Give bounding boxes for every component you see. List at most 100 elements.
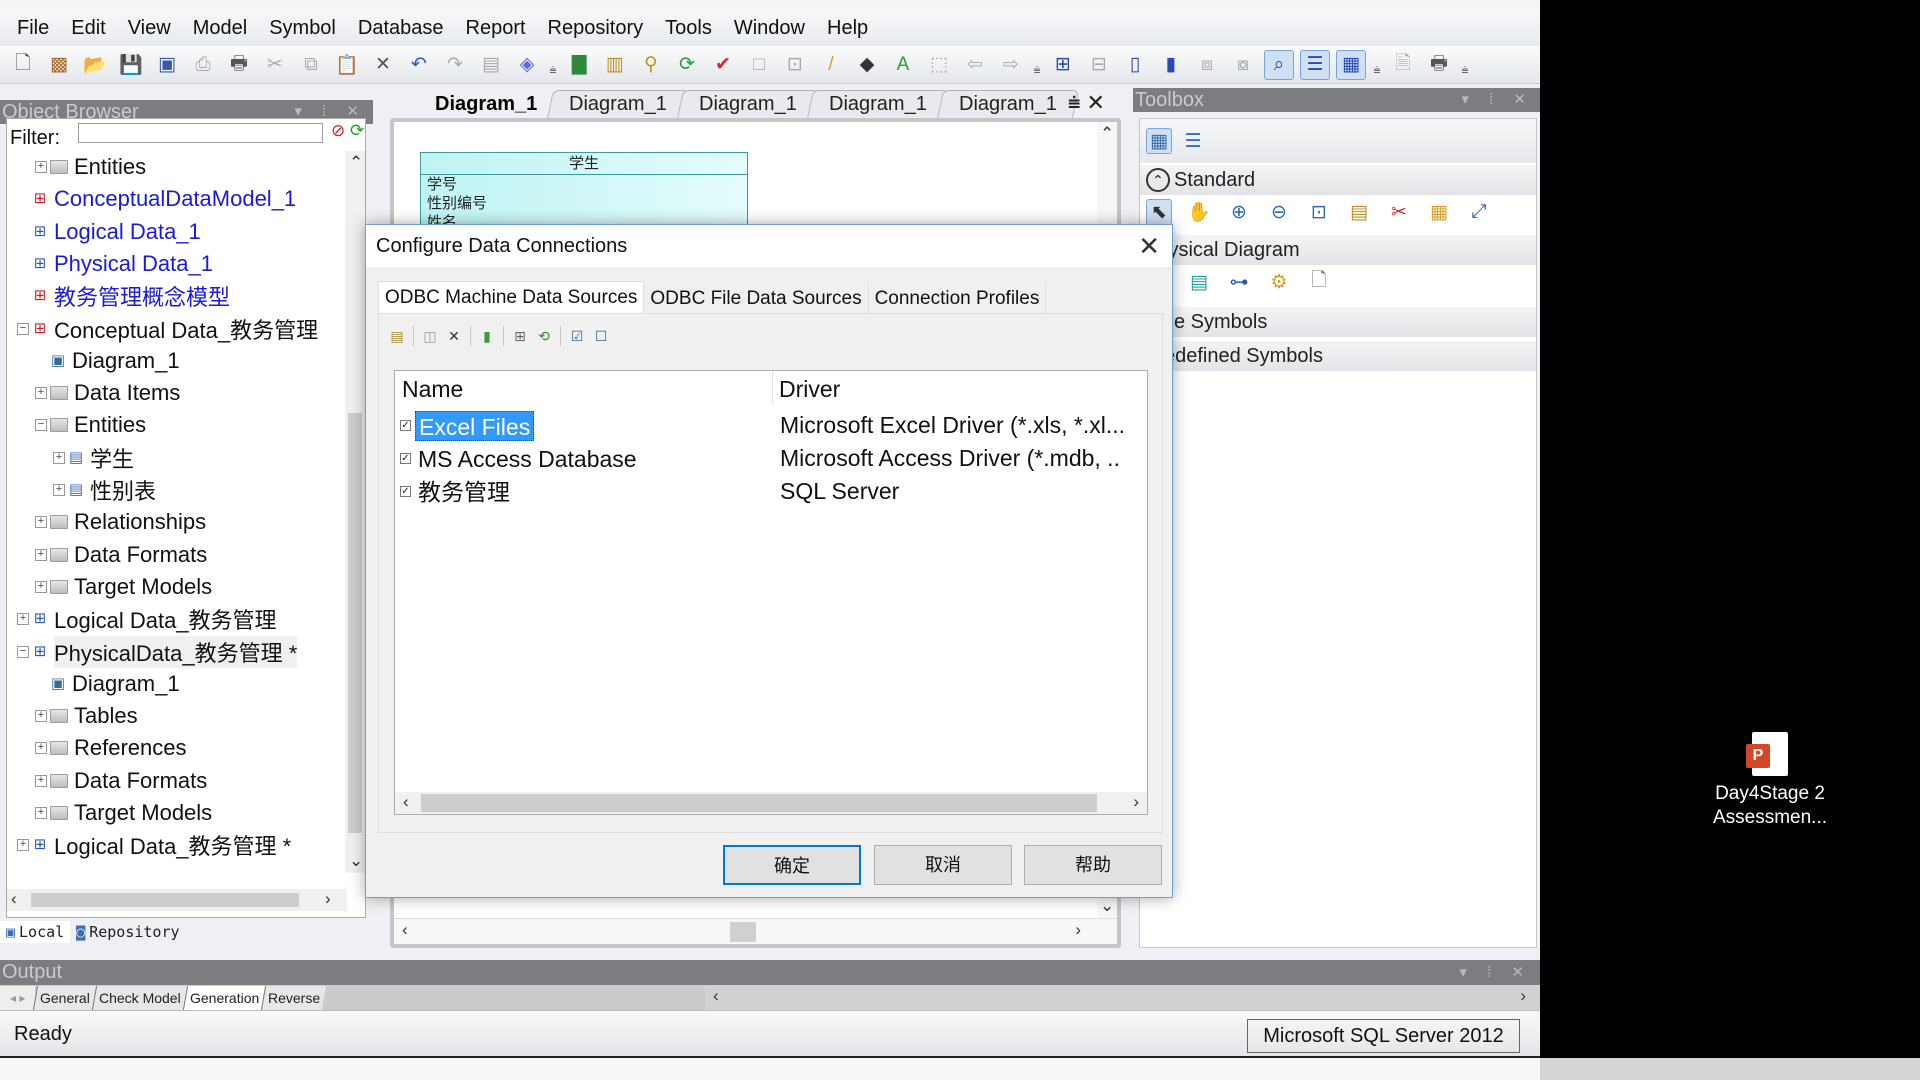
- row-checkbox[interactable]: ✓: [400, 486, 411, 497]
- expand-toggle-icon[interactable]: +: [35, 742, 47, 755]
- toolbar-overflow-icon[interactable]: ⩧: [1460, 51, 1470, 78]
- print2-icon[interactable]: 🖶: [1424, 50, 1454, 80]
- tree-node[interactable]: + ▤ 学生: [53, 442, 134, 474]
- zoom-in-icon[interactable]: ⊕: [1226, 199, 1252, 225]
- tab-diagram[interactable]: Diagram_1: [677, 90, 819, 118]
- toolbox-section-predefined-symbols[interactable]: Predefined Symbols: [1140, 341, 1536, 371]
- delete-icon[interactable]: ✕: [368, 50, 398, 80]
- canvas-horizontal-scrollbar[interactable]: ‹ ›: [394, 918, 1117, 944]
- scroll-left-icon[interactable]: ‹: [11, 889, 17, 909]
- close-icon[interactable]: ✕: [1138, 231, 1160, 262]
- cut-icon[interactable]: ✂: [1386, 199, 1412, 225]
- column-header-name[interactable]: Name: [395, 371, 773, 405]
- back-icon[interactable]: ⇦: [960, 50, 990, 80]
- help-icon[interactable]: ◈: [512, 50, 542, 80]
- add-data-source-icon[interactable]: ◫: [420, 326, 440, 346]
- expand-toggle-icon[interactable]: −: [17, 322, 29, 335]
- new-model-icon[interactable]: ▇: [564, 50, 594, 80]
- icon-view-icon[interactable]: ▦: [1146, 128, 1172, 154]
- collapse-icon[interactable]: ⌃: [1146, 168, 1170, 192]
- tab-output-reverse[interactable]: Reverse: [261, 985, 327, 1010]
- list-horizontal-scrollbar[interactable]: ‹ ›: [395, 792, 1147, 814]
- odbc-admin-icon[interactable]: ⊞: [510, 326, 530, 346]
- fill-icon[interactable]: ◆: [852, 50, 882, 80]
- refresh-icon[interactable]: ⟳: [672, 50, 702, 80]
- result-list-icon[interactable]: ▦: [1336, 49, 1366, 80]
- help-button[interactable]: 帮助: [1024, 845, 1162, 885]
- save-all-icon[interactable]: ▣: [152, 50, 182, 80]
- menu-file[interactable]: File: [6, 17, 60, 40]
- shadow-icon[interactable]: □: [744, 50, 774, 80]
- panel-controls[interactable]: ▾ ⁞ ✕: [1461, 88, 1534, 112]
- tree-node[interactable]: ▣ Diagram_1: [50, 345, 180, 377]
- expand-toggle-icon[interactable]: +: [17, 613, 29, 626]
- bring-front-icon[interactable]: ⬚: [924, 50, 954, 80]
- properties-icon[interactable]: ▤: [387, 326, 407, 346]
- scroll-thumb[interactable]: [421, 794, 1097, 812]
- import-icon[interactable]: ▥: [600, 50, 630, 80]
- tree-node[interactable]: + Tables: [35, 700, 138, 732]
- properties-icon[interactable]: ▤: [1346, 199, 1372, 225]
- expand-toggle-icon[interactable]: +: [35, 580, 47, 593]
- menu-model[interactable]: Model: [182, 17, 258, 40]
- tree-node[interactable]: − ⊞ Conceptual Data_教务管理: [17, 313, 318, 345]
- expand-toggle-icon[interactable]: +: [35, 774, 47, 787]
- undo-icon[interactable]: ↶: [404, 50, 434, 80]
- link-icon[interactable]: ⤢: [1466, 199, 1492, 225]
- cut-icon[interactable]: ✂: [260, 50, 290, 80]
- toolbar-overflow-icon[interactable]: ⩧: [548, 51, 558, 78]
- line-style-icon[interactable]: /: [816, 50, 846, 80]
- expand-toggle-icon[interactable]: +: [35, 710, 47, 723]
- find-icon[interactable]: ⚲: [636, 50, 666, 80]
- zoom-fit-icon[interactable]: ⊡: [1306, 199, 1332, 225]
- format-icon[interactable]: ▦: [1426, 199, 1452, 225]
- test-connection-icon[interactable]: ▮: [477, 326, 497, 346]
- tab-diagram[interactable]: Diagram_1: [413, 90, 560, 118]
- scroll-thumb[interactable]: [730, 922, 756, 942]
- preview-icon[interactable]: 🗎: [1388, 50, 1418, 80]
- scroll-left-icon[interactable]: ‹: [402, 920, 408, 940]
- menu-tools[interactable]: Tools: [654, 17, 723, 40]
- list-view-icon[interactable]: ☰: [1180, 128, 1206, 154]
- page-icon[interactable]: ▯: [1120, 50, 1150, 80]
- scroll-thumb[interactable]: [31, 893, 299, 907]
- tab-output-generation[interactable]: Generation: [182, 985, 266, 1010]
- forward-icon[interactable]: ⇨: [996, 50, 1026, 80]
- pointer-icon[interactable]: ⬉: [1146, 199, 1172, 225]
- paste-icon[interactable]: 📋: [332, 50, 362, 80]
- tab-odbc-machine-data-sources[interactable]: ODBC Machine Data Sources: [378, 281, 645, 313]
- data-source-row[interactable]: ✓ Excel Files Microsoft Excel Driver (*.xl…: [395, 409, 1147, 442]
- properties-icon[interactable]: ▤: [476, 50, 506, 80]
- expand-toggle-icon[interactable]: +: [53, 484, 65, 496]
- tab-diagram[interactable]: Diagram_1: [547, 90, 690, 118]
- menu-symbol[interactable]: Symbol: [258, 17, 347, 40]
- panel-controls[interactable]: ▾ ⁞ ✕: [1459, 960, 1532, 985]
- refresh-icon[interactable]: ⟳: [350, 121, 364, 141]
- tree-node[interactable]: − Entities: [35, 409, 146, 441]
- zoom-out-icon[interactable]: ⊖: [1266, 199, 1292, 225]
- tree-node[interactable]: ▣ Diagram_1: [50, 668, 180, 700]
- tree-node[interactable]: − ⊞ PhysicalData_教务管理 *: [17, 635, 298, 668]
- desktop-file-icon[interactable]: P Day4Stage 2 Assessmen...: [1700, 732, 1840, 830]
- cancel-button[interactable]: 取消: [874, 845, 1012, 885]
- tab-odbc-file-data-sources[interactable]: ODBC File Data Sources: [644, 283, 869, 313]
- delete-icon[interactable]: ✕: [444, 326, 464, 346]
- scroll-right-icon[interactable]: ›: [1075, 920, 1081, 940]
- scroll-down-icon[interactable]: ⌄: [1100, 896, 1114, 916]
- expand-toggle-icon[interactable]: +: [53, 451, 65, 464]
- menu-report[interactable]: Report: [455, 17, 537, 40]
- expand-toggle-icon[interactable]: −: [17, 645, 29, 658]
- data-source-row[interactable]: ✓ 教务管理 SQL Server: [395, 475, 1147, 508]
- scroll-left-icon[interactable]: ‹: [713, 986, 719, 1006]
- tab-connection-profiles[interactable]: Connection Profiles: [868, 283, 1047, 313]
- browser-view-icon[interactable]: ⌕: [1264, 49, 1294, 80]
- tab-repository[interactable]: ◙ Repository: [70, 921, 185, 943]
- procedure-icon[interactable]: ⚙: [1266, 269, 1292, 295]
- tree-node[interactable]: + Target Models: [35, 571, 212, 603]
- filter-input[interactable]: [78, 123, 323, 143]
- tree-node[interactable]: + Entities: [35, 151, 146, 183]
- print-icon[interactable]: 🖶: [224, 50, 254, 80]
- scroll-up-icon[interactable]: ⌃: [1100, 124, 1114, 144]
- tree-node[interactable]: + ▤ 性别表: [53, 474, 156, 506]
- check-all-icon[interactable]: ☑: [567, 326, 587, 346]
